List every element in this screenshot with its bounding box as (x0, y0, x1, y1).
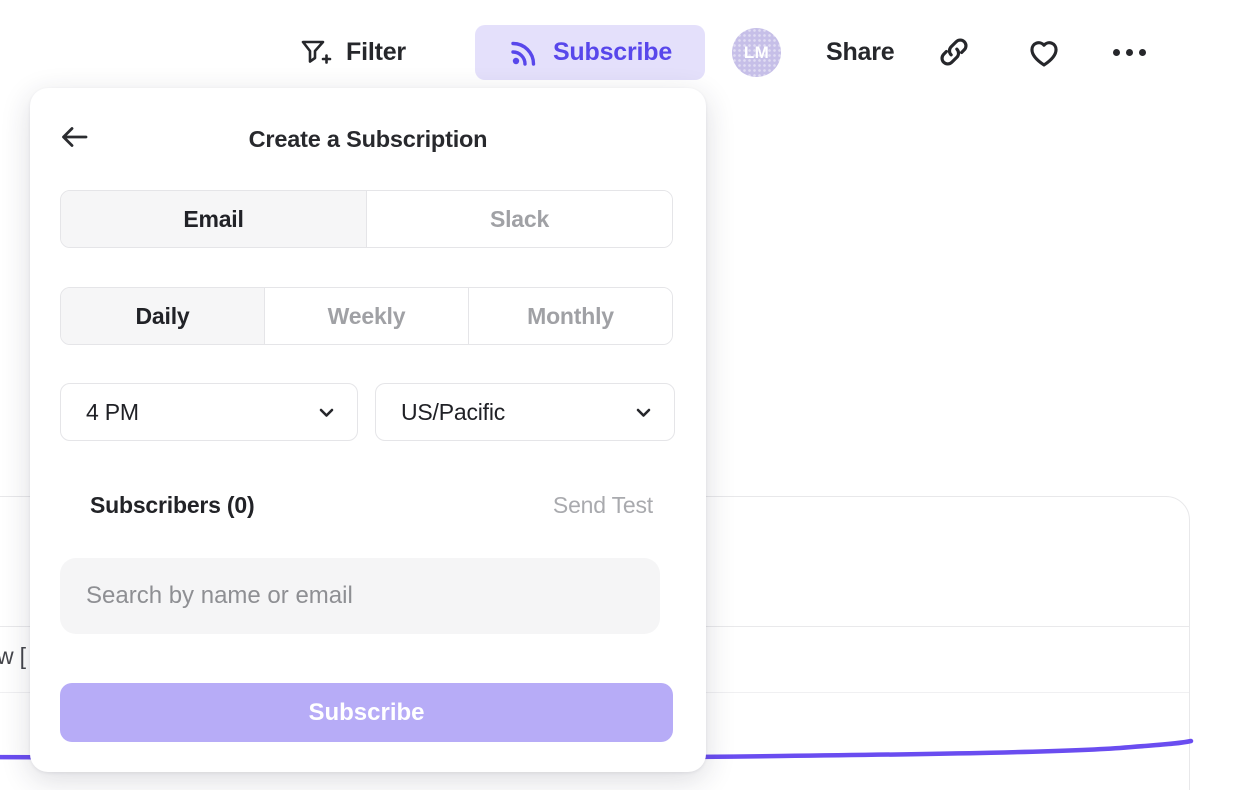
ellipsis-icon (1113, 49, 1146, 56)
filter-button[interactable]: Filter (296, 26, 406, 78)
subscribe-label: Subscribe (553, 38, 672, 67)
subscribers-count-label: Subscribers (0) (90, 492, 254, 519)
filter-plus-icon (296, 34, 332, 70)
subscriber-search-input[interactable] (60, 558, 660, 634)
popover-title: Create a Subscription (30, 126, 706, 153)
copy-link-button[interactable] (934, 32, 974, 72)
subscribers-row: Subscribers (0) Send Test (90, 492, 653, 519)
send-test-button[interactable]: Send Test (553, 492, 653, 519)
chevron-down-icon (633, 402, 654, 423)
tab-daily[interactable]: Daily (61, 288, 264, 344)
timezone-select-value: US/Pacific (401, 399, 505, 426)
time-select[interactable]: 4 PM (60, 383, 358, 441)
channel-tab-group: Email Slack (60, 190, 673, 248)
timezone-select[interactable]: US/Pacific (375, 383, 675, 441)
user-avatar[interactable]: LM (732, 28, 781, 77)
share-label: Share (826, 38, 894, 67)
time-select-value: 4 PM (86, 399, 139, 426)
link-icon (935, 33, 973, 71)
frequency-tab-group: Daily Weekly Monthly (60, 287, 673, 345)
more-options-button[interactable] (1106, 32, 1152, 72)
subscribe-button[interactable]: Subscribe (475, 25, 705, 80)
rss-icon (508, 37, 540, 69)
share-button[interactable]: Share (826, 26, 894, 78)
filter-label: Filter (346, 38, 406, 67)
tab-email[interactable]: Email (61, 191, 366, 247)
heart-icon (1025, 33, 1063, 71)
chevron-down-icon (316, 402, 337, 423)
clipped-background-text: w [ (0, 643, 26, 670)
create-subscription-popover: Create a Subscription Email Slack Daily … (30, 88, 706, 772)
subscribe-submit-button[interactable]: Subscribe (60, 683, 673, 742)
tab-weekly[interactable]: Weekly (264, 288, 468, 344)
favorite-button[interactable] (1024, 32, 1064, 72)
tab-slack[interactable]: Slack (366, 191, 672, 247)
page: w [ Filter Subscribe LM Share (0, 0, 1234, 790)
tab-monthly[interactable]: Monthly (468, 288, 672, 344)
